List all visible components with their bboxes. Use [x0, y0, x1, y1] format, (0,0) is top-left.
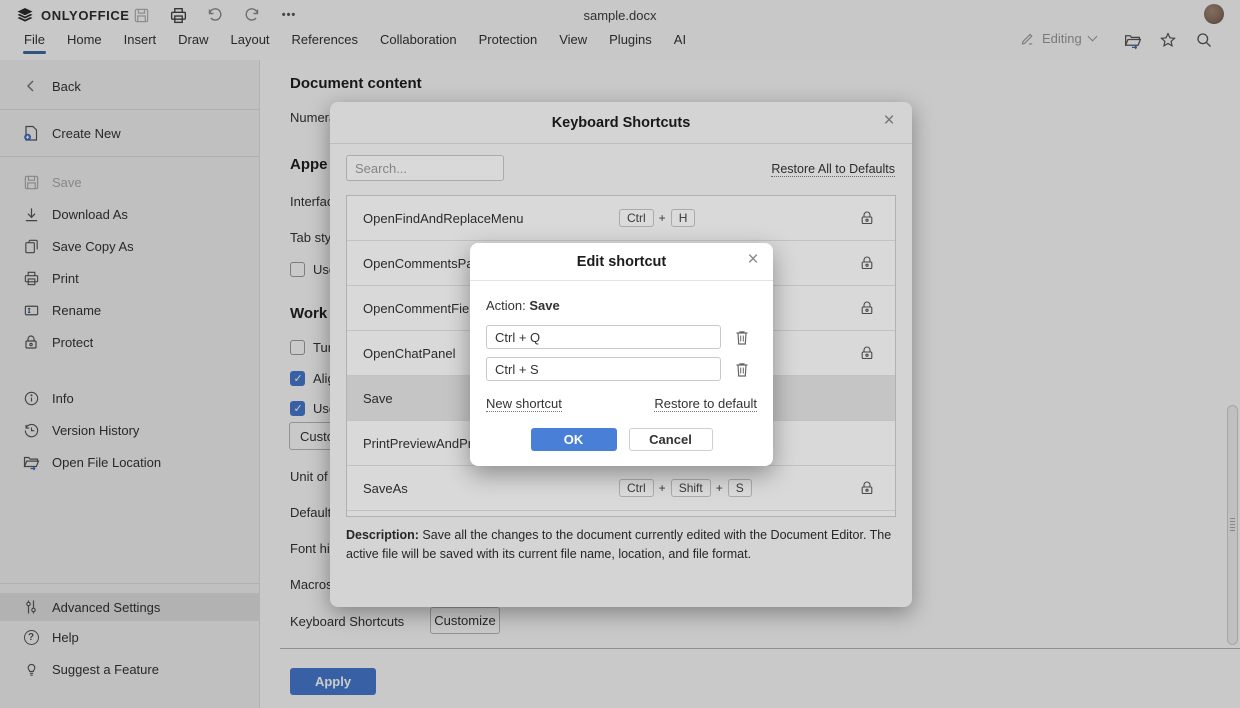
edit-shortcut-dialog: Edit shortcut × Action: Save New shortcu…: [470, 243, 773, 466]
trash-icon[interactable]: [734, 328, 752, 346]
ok-button[interactable]: OK: [531, 428, 617, 451]
close-icon[interactable]: ×: [743, 250, 763, 270]
dialog-title: Edit shortcut: [470, 243, 773, 281]
action-line: Action: Save: [486, 298, 560, 313]
app-window: ONLYOFFICE •: [0, 0, 1240, 708]
new-shortcut-link[interactable]: New shortcut: [486, 396, 562, 412]
action-label: Action:: [486, 298, 526, 313]
dialog-buttons: OK Cancel: [470, 428, 773, 451]
shortcut-input-1[interactable]: [486, 325, 721, 349]
restore-to-default-link[interactable]: Restore to default: [654, 396, 757, 412]
trash-icon[interactable]: [734, 360, 752, 378]
shortcut-input-2[interactable]: [486, 357, 721, 381]
cancel-button[interactable]: Cancel: [629, 428, 713, 451]
action-value: Save: [529, 298, 559, 313]
